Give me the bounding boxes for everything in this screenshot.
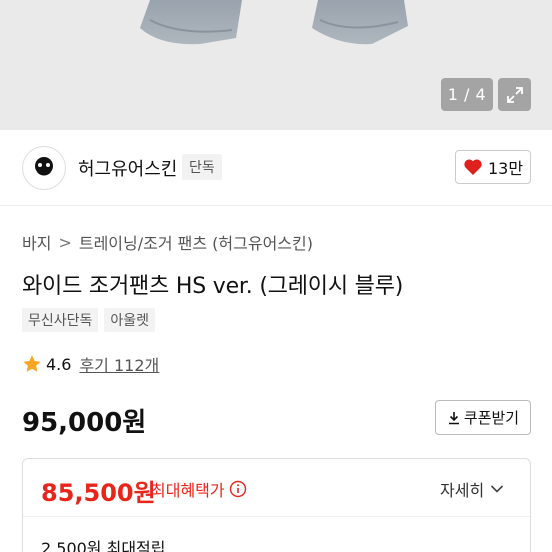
star-icon bbox=[23, 355, 41, 372]
like-button[interactable]: 13만 bbox=[455, 150, 531, 184]
breadcrumb-separator: > bbox=[58, 232, 72, 252]
like-count: 13만 bbox=[487, 159, 524, 178]
coupon-button[interactable]: 쿠폰받기 bbox=[435, 400, 531, 435]
expand-icon[interactable] bbox=[498, 78, 531, 111]
rating: 4.6 후기 112개 bbox=[22, 352, 159, 376]
product-image-gallery[interactable]: 1 / 4 bbox=[0, 0, 552, 130]
product-tags: 무신사단독 아울렛 bbox=[22, 308, 156, 332]
detail-label: 자세히 bbox=[440, 481, 485, 500]
brand-row: 허그유어스킨 단독 13만 bbox=[0, 130, 552, 206]
brand-exclusive-badge: 단독 bbox=[182, 154, 222, 180]
tag-exclusive: 무신사단독 bbox=[22, 308, 99, 332]
download-icon bbox=[448, 411, 459, 424]
product-title: 와이드 조거팬츠 HS ver. (그레이시 블루) bbox=[22, 274, 404, 299]
chevron-down-icon bbox=[491, 485, 504, 493]
image-counter: 1 / 4 bbox=[441, 78, 493, 111]
tag-outlet: 아울렛 bbox=[104, 308, 156, 332]
breadcrumb: 바지 > 트레이닝/조거 팬츠 (허그유어스킨) bbox=[22, 230, 313, 254]
max-benefit-label: 최대혜택가 bbox=[151, 477, 247, 501]
max-benefit-label-text: 최대혜택가 bbox=[151, 481, 225, 500]
max-benefit-header: 85,500원 최대혜택가 자세히 bbox=[23, 459, 530, 517]
heart-icon bbox=[464, 159, 482, 175]
product-price: 95,000원 bbox=[22, 408, 147, 438]
rating-score: 4.6 bbox=[46, 354, 72, 374]
brand-logo[interactable] bbox=[22, 146, 66, 190]
coupon-label: 쿠폰받기 bbox=[463, 409, 520, 427]
breadcrumb-item-subcategory[interactable]: 트레이닝/조거 팬츠 (허그유어스킨) bbox=[79, 234, 313, 253]
info-icon[interactable] bbox=[229, 480, 247, 498]
max-benefit-price: 85,500원 bbox=[41, 479, 156, 507]
max-points: 2,500원 최대적립 bbox=[41, 539, 166, 552]
detail-button[interactable]: 자세히 bbox=[440, 477, 504, 501]
max-benefit-box: 85,500원 최대혜택가 자세히 2,500원 최대적립 bbox=[22, 458, 531, 552]
reviews-link[interactable]: 후기 112개 bbox=[79, 352, 159, 376]
brand-name[interactable]: 허그유어스킨 bbox=[78, 155, 177, 181]
breadcrumb-item-category[interactable]: 바지 bbox=[22, 234, 51, 253]
